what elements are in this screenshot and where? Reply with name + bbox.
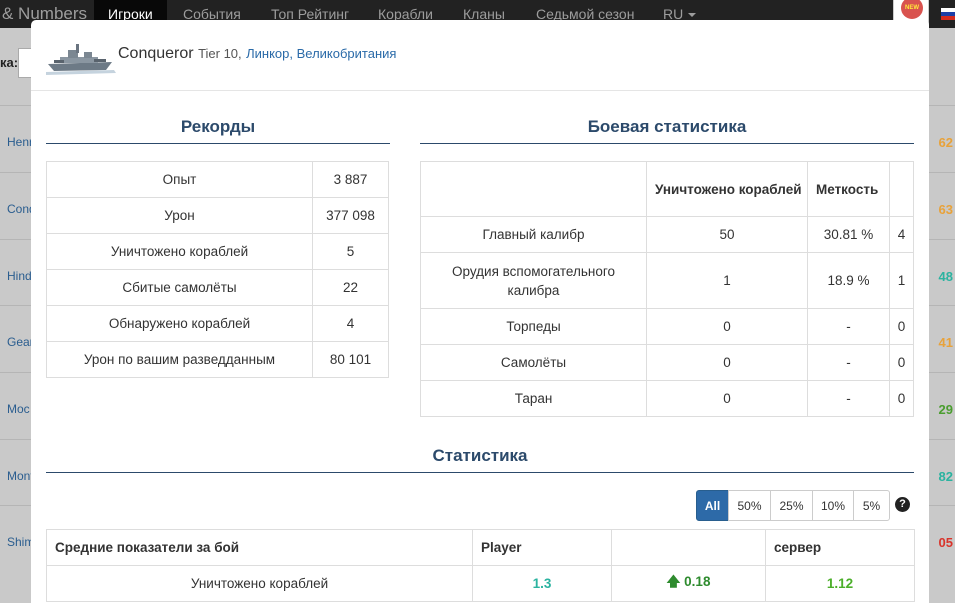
- records-label: Уничтожено кораблей: [46, 233, 313, 270]
- stat-player: 1.3: [472, 565, 612, 602]
- battle-accuracy: -: [807, 308, 890, 345]
- records-label: Опыт: [46, 161, 313, 198]
- records-value: 4: [312, 305, 389, 342]
- battle-weapon-label: Орудия вспомогательного калибра: [420, 252, 647, 309]
- battle-weapon-label: Главный калибр: [420, 216, 647, 253]
- background-row-value: 05: [938, 535, 953, 550]
- battle-extra: 0: [889, 308, 914, 345]
- records-title: Рекорды: [46, 117, 390, 144]
- help-icon[interactable]: ?: [895, 497, 910, 512]
- battle-header-extra: [889, 161, 914, 217]
- background-row-name[interactable]: Moc: [7, 402, 30, 416]
- battle-stats-title: Боевая статистика: [420, 117, 914, 144]
- search-input[interactable]: [18, 48, 32, 78]
- arrow-up-icon: 🡅: [666, 574, 685, 589]
- filter-5-button[interactable]: 5%: [853, 490, 890, 521]
- ship-name: Conqueror: [118, 45, 194, 62]
- records-row: Сбитые самолёты 22: [46, 269, 389, 306]
- battle-extra: 0: [889, 344, 914, 381]
- records-label: Сбитые самолёты: [46, 269, 313, 306]
- background-row-name[interactable]: Mont: [7, 469, 34, 483]
- battle-kills: 1: [646, 252, 808, 309]
- battle-header-accuracy: Меткость: [807, 161, 890, 217]
- battle-kills: 0: [646, 344, 808, 381]
- ship-modal: Conqueror Tier 10, Линкор, Великобритани…: [31, 20, 929, 603]
- battle-stats-row: Торпеды 0-0: [420, 308, 914, 345]
- statistics-title: Статистика: [46, 446, 914, 473]
- background-row-name[interactable]: Hind: [7, 269, 32, 283]
- battle-kills: 0: [646, 308, 808, 345]
- background-row-name[interactable]: Gear: [7, 335, 34, 349]
- battle-header-kills: Уничтожено кораблей: [646, 161, 808, 217]
- battle-extra: 4: [889, 216, 914, 253]
- battle-header-empty: [420, 161, 647, 217]
- battle-accuracy: 18.9 %: [807, 252, 890, 309]
- stat-header-label: Средние показатели за бой: [46, 529, 473, 566]
- records-value: 22: [312, 269, 389, 306]
- records-value: 5: [312, 233, 389, 270]
- records-row: Обнаружено кораблей 4: [46, 305, 389, 342]
- battle-kills: 50: [646, 216, 808, 253]
- russia-flag-icon[interactable]: [941, 8, 955, 20]
- records-row: Уничтожено кораблей 5: [46, 233, 389, 270]
- background-row-value: 48: [938, 269, 953, 284]
- battle-weapon-label: Торпеды: [420, 308, 647, 345]
- records-label: Урон по вашим разведданным: [46, 341, 313, 378]
- records-table: Опыт 3 887 Урон 377 098 Уничтожено кораблей 5…: [46, 161, 389, 378]
- records-row: Опыт 3 887: [46, 161, 389, 198]
- records-row: Урон по вашим разведданным 80 101: [46, 341, 389, 378]
- battle-weapon-label: Таран: [420, 380, 647, 417]
- stat-label: Уничтожено кораблей: [46, 565, 473, 602]
- background-row-value: 62: [938, 135, 953, 150]
- statistics-table: Средние показатели за бой Player сервер …: [46, 529, 915, 602]
- filter-10-button[interactable]: 10%: [812, 490, 854, 521]
- ship-tier: Tier 10,: [198, 46, 242, 61]
- stat-server: 1.12: [765, 565, 915, 602]
- ship-type-link[interactable]: Линкор, Великобритания: [246, 46, 396, 61]
- records-value: 377 098: [312, 197, 389, 234]
- battle-stats-row: Орудия вспомогательного калибра 1 18.9 % 1: [420, 252, 914, 309]
- stat-header-player: Player: [472, 529, 612, 566]
- statistics-row: Уничтожено кораблей 1.3 🡅 0.18 1.12: [46, 565, 915, 602]
- battle-stats-row: Самолёты 0-0: [420, 344, 914, 381]
- battle-kills: 0: [646, 380, 808, 417]
- battle-accuracy: 30.81 %: [807, 216, 890, 253]
- stat-header-diff: [611, 529, 766, 566]
- stat-diff: 🡅 0.18: [611, 565, 766, 602]
- filter-all-button[interactable]: All: [696, 490, 729, 521]
- ship-icon: [46, 44, 116, 75]
- background-row-value: 29: [938, 402, 953, 417]
- filter-25-button[interactable]: 25%: [770, 490, 813, 521]
- battle-stats-row: Таран 0-0: [420, 380, 914, 417]
- new-icon: NEW: [901, 0, 923, 19]
- stat-diff-value: 0.18: [684, 574, 711, 589]
- background-row-value: 41: [938, 335, 953, 350]
- battle-stats-row: Главный калибр 50 30.81 % 4: [420, 216, 914, 253]
- search-label: ка:: [0, 55, 19, 70]
- battle-extra: 1: [889, 252, 914, 309]
- percentile-filter: All 50% 25% 10% 5%: [696, 490, 890, 521]
- records-value: 3 887: [312, 161, 389, 198]
- filter-50-button[interactable]: 50%: [728, 490, 771, 521]
- battle-extra: 0: [889, 380, 914, 417]
- ship-title: Conqueror Tier 10, Линкор, Великобритани…: [118, 45, 396, 63]
- background-row-value: 82: [938, 469, 953, 484]
- background-row-value: 63: [938, 202, 953, 217]
- modal-header: Conqueror Tier 10, Линкор, Великобритани…: [31, 20, 929, 91]
- records-row: Урон 377 098: [46, 197, 389, 234]
- battle-stats-table: Уничтожено кораблей Меткость Главный кал…: [420, 161, 914, 417]
- stat-header-server: сервер: [765, 529, 915, 566]
- records-value: 80 101: [312, 341, 389, 378]
- records-label: Урон: [46, 197, 313, 234]
- chevron-down-icon: [688, 13, 697, 18]
- battle-accuracy: -: [807, 344, 890, 381]
- battle-weapon-label: Самолёты: [420, 344, 647, 381]
- records-label: Обнаружено кораблей: [46, 305, 313, 342]
- battle-accuracy: -: [807, 380, 890, 417]
